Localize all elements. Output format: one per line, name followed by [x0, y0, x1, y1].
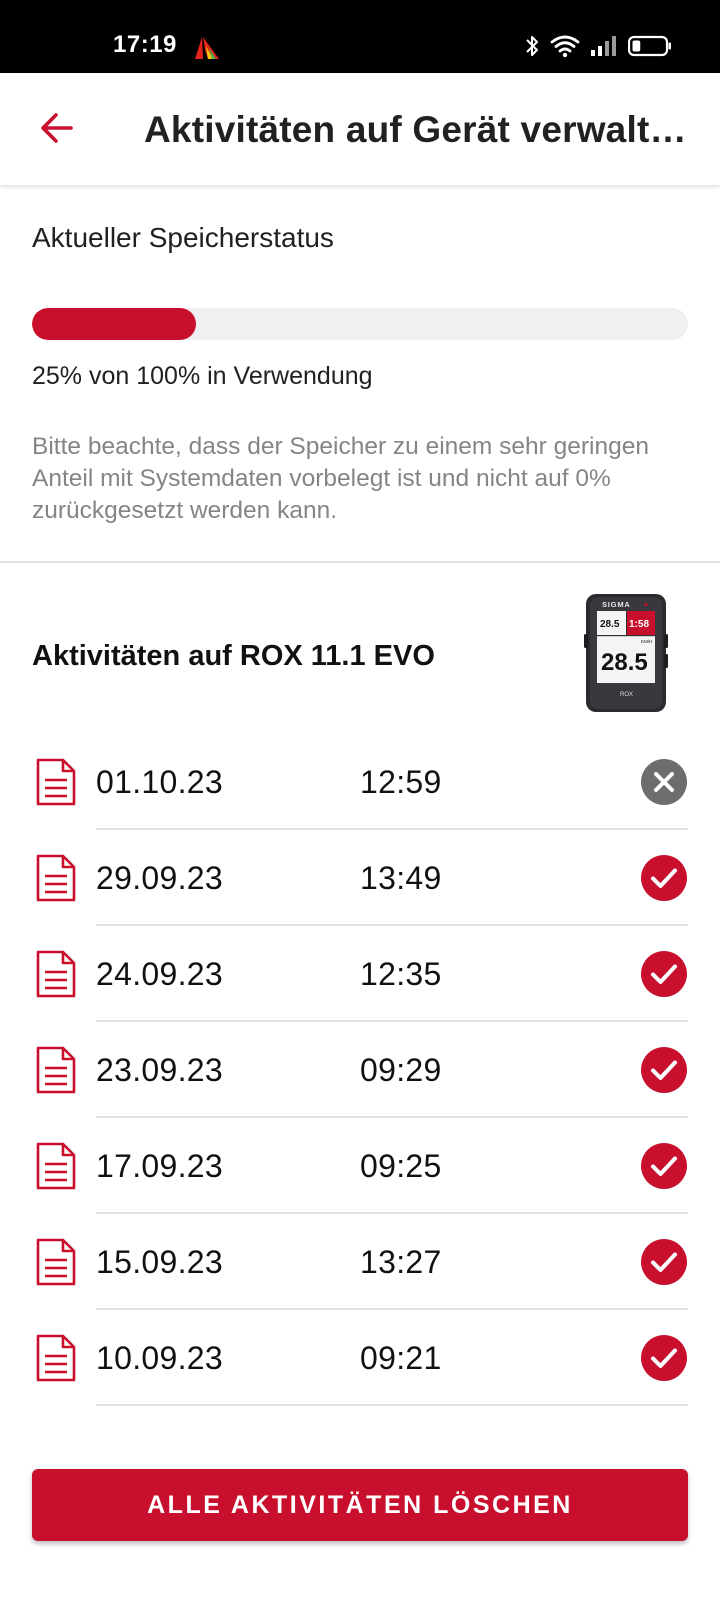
device-screen-value: 28.5: [600, 619, 620, 630]
activity-row[interactable]: 15.09.23 13:27: [0, 1214, 720, 1310]
check-circle-icon: [640, 854, 688, 902]
activity-row[interactable]: 17.09.23 09:25: [0, 1118, 720, 1214]
document-icon: [36, 1142, 76, 1190]
device-screen-value: 1:58: [629, 619, 649, 630]
activity-row[interactable]: 01.10.23 12:59: [0, 734, 720, 830]
device-brand-label: SIGMA: [602, 600, 631, 609]
document-icon: [36, 1334, 76, 1382]
battery-icon: [628, 35, 671, 57]
check-circle-icon: [640, 1046, 688, 1094]
storage-heading: Aktueller Speicherstatus: [32, 222, 334, 253]
activity-row[interactable]: 23.09.23 09:29: [0, 1022, 720, 1118]
app-bar: Aktivitäten auf Gerät verwalt…: [0, 73, 720, 185]
device-model-label: ROX: [620, 692, 633, 698]
activity-time: 09:29: [360, 1052, 442, 1088]
activity-time: 09:25: [360, 1148, 442, 1184]
altitude-triangle-icon: [195, 37, 219, 59]
section-divider: [0, 561, 720, 563]
check-circle-icon: [640, 950, 688, 998]
activity-date: 10.09.23: [96, 1340, 223, 1376]
device-screen-value: 28.5: [601, 649, 648, 676]
activity-list: 01.10.23 12:59 29.09.23 13:49 24.09.23 12:35 2…: [0, 734, 720, 1406]
page-title: Aktivitäten auf Gerät verwalt…: [144, 109, 687, 150]
activity-date: 01.10.23: [96, 764, 223, 800]
activity-date: 15.09.23: [96, 1244, 223, 1280]
activity-time: 12:35: [360, 956, 442, 992]
document-icon: [36, 854, 76, 902]
activity-row[interactable]: 24.09.23 12:35: [0, 926, 720, 1022]
status-bar: 17:19: [0, 0, 720, 73]
document-icon: [36, 950, 76, 998]
back-button[interactable]: [30, 101, 84, 155]
activities-heading: Aktivitäten auf ROX 11.1 EVO: [32, 640, 435, 672]
storage-progress-bar: [32, 308, 688, 340]
document-icon: [36, 1238, 76, 1286]
wifi-icon: [550, 35, 580, 58]
delete-all-activities-button[interactable]: ALLE AKTIVITÄTEN LÖSCHEN: [32, 1469, 688, 1541]
storage-usage-text: 25% von 100% in Verwendung: [32, 362, 373, 390]
status-icons: [524, 34, 672, 58]
device-screen-value: KM/H: [641, 639, 652, 644]
document-icon: [36, 758, 76, 806]
bluetooth-icon: [526, 36, 538, 56]
document-icon: [36, 1046, 76, 1094]
activity-date: 17.09.23: [96, 1148, 223, 1184]
signal-icon: [591, 36, 616, 56]
activity-time: 12:59: [360, 764, 442, 800]
activity-time: 09:21: [360, 1340, 442, 1376]
storage-progress-fill: [32, 308, 196, 340]
activity-date: 23.09.23: [96, 1052, 223, 1088]
status-time: 17:19: [113, 31, 177, 58]
activity-date: 24.09.23: [96, 956, 223, 992]
bike-computer-image: SIGMA 28.5 1:58 KM/H 28.5 ROX: [584, 594, 668, 712]
activity-date: 29.09.23: [96, 860, 223, 896]
activity-row[interactable]: 29.09.23 13:49: [0, 830, 720, 926]
arrow-left-icon: [41, 113, 73, 143]
activity-time: 13:27: [360, 1244, 442, 1280]
device-led-indicator: [644, 602, 648, 607]
storage-note: Bitte beachte, dass der Speicher zu eine…: [32, 433, 649, 524]
close-circle-icon[interactable]: [640, 758, 688, 806]
activity-row[interactable]: 10.09.23 09:21: [0, 1310, 720, 1406]
activity-time: 13:49: [360, 860, 442, 896]
check-circle-icon: [640, 1334, 688, 1382]
check-circle-icon: [640, 1238, 688, 1286]
check-circle-icon: [640, 1142, 688, 1190]
row-divider: [96, 1404, 688, 1406]
